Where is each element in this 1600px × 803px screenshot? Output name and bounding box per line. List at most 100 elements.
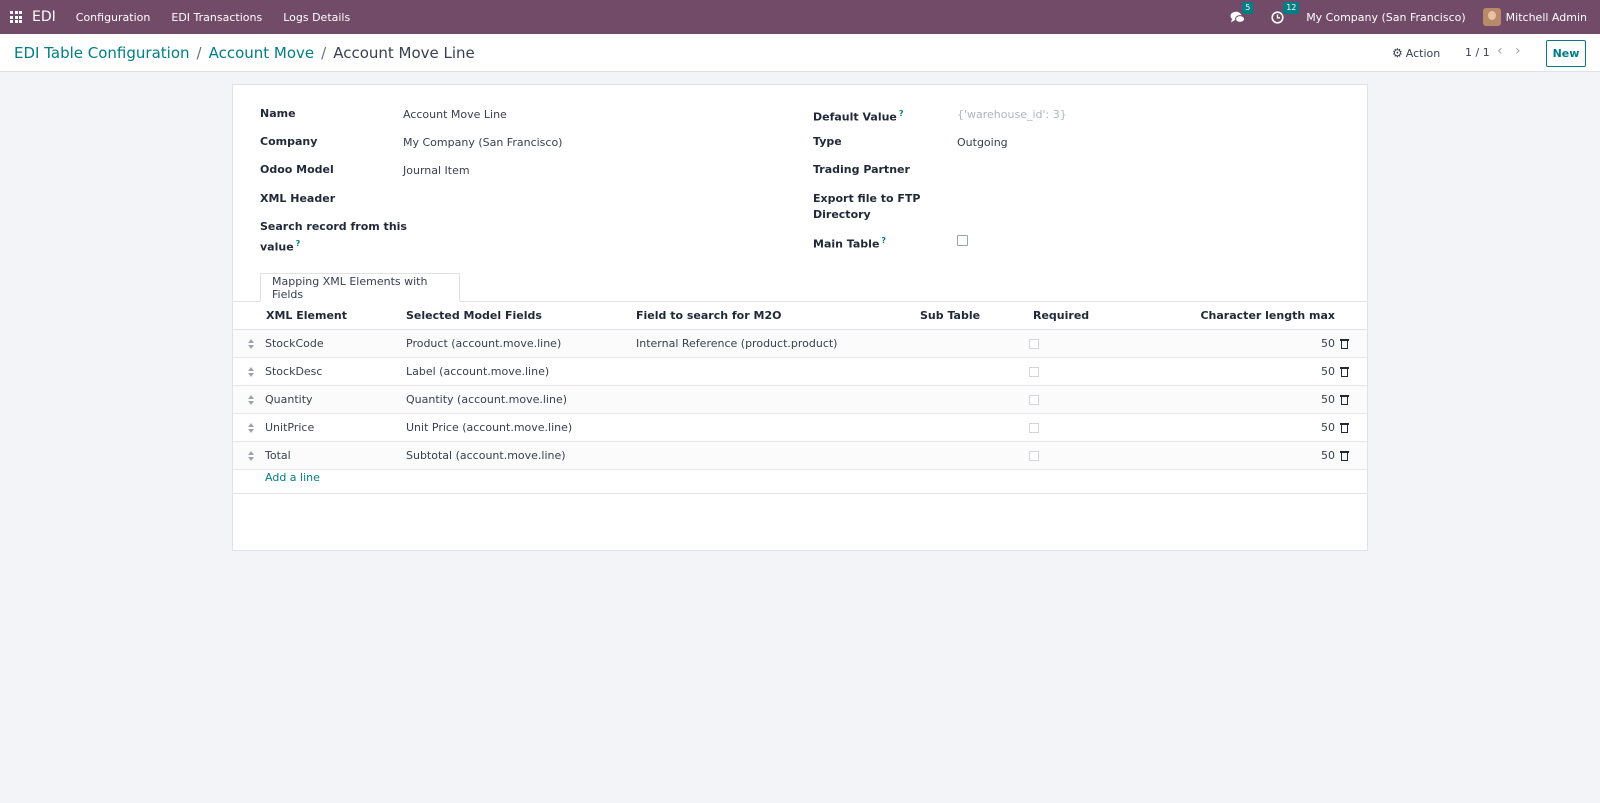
breadcrumb-item-edi-table-configuration[interactable]: EDI Table Configuration xyxy=(14,44,190,62)
table-row[interactable]: Total Subtotal (account.move.line) 50 xyxy=(233,442,1367,470)
trash-icon[interactable] xyxy=(1340,450,1349,461)
cell-char-length: 50 xyxy=(1321,449,1335,462)
cell-char-length: 50 xyxy=(1321,365,1335,378)
cell-m2o-field: Internal Reference (product.product) xyxy=(636,337,838,350)
search-record-label-line2: value? xyxy=(260,239,301,254)
type-field[interactable]: Outgoing xyxy=(957,135,1008,151)
menu-edi-transactions[interactable]: EDI Transactions xyxy=(171,11,262,24)
drag-handle-icon[interactable] xyxy=(248,422,256,434)
cell-xml-element: Total xyxy=(265,449,291,462)
app-brand[interactable]: EDI xyxy=(32,9,56,25)
xml-header-label: XML Header xyxy=(260,192,336,205)
table-header: XML Element Selected Model Fields Field … xyxy=(233,302,1367,330)
company-label: Company xyxy=(260,135,318,148)
column-sub-table[interactable]: Sub Table xyxy=(920,309,980,322)
default-value-field[interactable]: {'warehouse_id': 3} xyxy=(957,107,1067,123)
messages-button[interactable]: 5 xyxy=(1230,1,1254,24)
top-navbar: EDI Configuration EDI Transactions Logs … xyxy=(0,0,1600,34)
required-checkbox[interactable] xyxy=(1029,367,1039,377)
column-required[interactable]: Required xyxy=(1033,309,1089,322)
search-record-label: Search record from this xyxy=(260,220,407,233)
cell-xml-element: UnitPrice xyxy=(265,421,315,434)
cell-xml-element: Quantity xyxy=(265,393,313,406)
action-button[interactable]: ⚙ Action xyxy=(1392,46,1440,60)
default-value-label: Default Value? xyxy=(813,109,904,124)
avatar xyxy=(1482,8,1501,26)
drag-handle-icon[interactable] xyxy=(248,338,256,350)
form-sheet: Name Account Move Line Company My Compan… xyxy=(232,84,1368,551)
drag-handle-icon[interactable] xyxy=(248,394,256,406)
messages-badge: 5 xyxy=(1242,1,1254,14)
menu-configuration[interactable]: Configuration xyxy=(76,11,151,24)
required-checkbox[interactable] xyxy=(1029,339,1039,349)
trading-partner-label: Trading Partner xyxy=(813,163,910,176)
main-table-checkbox[interactable] xyxy=(957,235,968,246)
search-record-field[interactable] xyxy=(403,219,783,235)
action-label: Action xyxy=(1405,46,1441,60)
required-checkbox[interactable] xyxy=(1029,423,1039,433)
breadcrumb-separator: / xyxy=(321,44,327,62)
odoo-model-field[interactable]: Journal Item xyxy=(403,163,470,179)
export-ftp-label-line2: Directory xyxy=(813,208,871,221)
breadcrumb-separator: / xyxy=(196,44,202,62)
export-ftp-field[interactable] xyxy=(957,191,1337,207)
cell-xml-element: StockCode xyxy=(265,337,324,350)
table-divider xyxy=(233,493,1367,494)
breadcrumb: EDI Table Configuration / Account Move /… xyxy=(14,44,475,62)
column-selected-model-fields[interactable]: Selected Model Fields xyxy=(406,309,542,322)
company-switcher[interactable]: My Company (San Francisco) xyxy=(1306,11,1465,24)
cell-selected-field: Unit Price (account.move.line) xyxy=(406,421,573,434)
page-title: Account Move Line xyxy=(333,44,475,62)
trading-partner-field[interactable] xyxy=(957,162,1337,178)
main-table-label: Main Table? xyxy=(813,236,887,251)
trash-icon[interactable] xyxy=(1340,394,1349,405)
export-ftp-label: Export file to FTP xyxy=(813,192,921,205)
column-xml-element[interactable]: XML Element xyxy=(266,309,347,322)
name-field[interactable]: Account Move Line xyxy=(403,107,507,123)
chevron-right-icon[interactable]: › xyxy=(1515,43,1521,59)
table-row[interactable]: Quantity Quantity (account.move.line) 50 xyxy=(233,386,1367,414)
table-row[interactable]: StockDesc Label (account.move.line) 50 xyxy=(233,358,1367,386)
cell-selected-field: Product (account.move.line) xyxy=(406,337,562,350)
help-icon[interactable]: ? xyxy=(881,236,886,245)
type-label: Type xyxy=(813,135,842,148)
menu-logs-details[interactable]: Logs Details xyxy=(283,11,350,24)
activities-button[interactable]: 12 xyxy=(1271,1,1300,24)
cell-char-length: 50 xyxy=(1321,337,1335,350)
company-field[interactable]: My Company (San Francisco) xyxy=(403,135,562,151)
cell-xml-element: StockDesc xyxy=(265,365,323,378)
odoo-model-label: Odoo Model xyxy=(260,163,334,176)
help-icon[interactable]: ? xyxy=(899,109,904,118)
trash-icon[interactable] xyxy=(1340,366,1349,377)
chevron-left-icon[interactable]: ‹ xyxy=(1497,43,1503,59)
cell-selected-field: Label (account.move.line) xyxy=(406,365,550,378)
breadcrumb-item-account-move[interactable]: Account Move xyxy=(209,44,315,62)
table-row[interactable]: UnitPrice Unit Price (account.move.line)… xyxy=(233,414,1367,442)
trash-icon[interactable] xyxy=(1340,422,1349,433)
gear-icon: ⚙ xyxy=(1392,46,1403,60)
drag-handle-icon[interactable] xyxy=(248,450,256,462)
apps-grid-icon[interactable] xyxy=(10,11,22,23)
required-checkbox[interactable] xyxy=(1029,451,1039,461)
cell-char-length: 50 xyxy=(1321,393,1335,406)
add-a-line-link[interactable]: Add a line xyxy=(265,471,320,484)
cell-selected-field: Subtotal (account.move.line) xyxy=(406,449,566,462)
name-label: Name xyxy=(260,107,296,120)
activities-badge: 12 xyxy=(1283,1,1300,14)
xml-header-field[interactable] xyxy=(403,191,783,207)
tab-mapping-xml-elements[interactable]: Mapping XML Elements with Fields xyxy=(260,273,460,302)
user-name: Mitchell Admin xyxy=(1505,10,1587,24)
column-field-to-search-m2o[interactable]: Field to search for M2O xyxy=(636,309,781,322)
trash-icon[interactable] xyxy=(1340,338,1349,349)
new-button[interactable]: New xyxy=(1546,40,1586,67)
pager-value[interactable]: 1 / 1 xyxy=(1465,46,1490,59)
drag-handle-icon[interactable] xyxy=(248,366,256,378)
required-checkbox[interactable] xyxy=(1029,395,1039,405)
cell-selected-field: Quantity (account.move.line) xyxy=(406,393,568,406)
control-panel: EDI Table Configuration / Account Move /… xyxy=(0,34,1600,72)
cell-char-length: 50 xyxy=(1321,421,1335,434)
help-icon[interactable]: ? xyxy=(296,239,301,248)
column-character-length-max[interactable]: Character length max xyxy=(1200,309,1335,322)
user-menu[interactable]: Mitchell Admin xyxy=(1482,8,1587,26)
table-row[interactable]: StockCode Product (account.move.line) In… xyxy=(233,330,1367,358)
